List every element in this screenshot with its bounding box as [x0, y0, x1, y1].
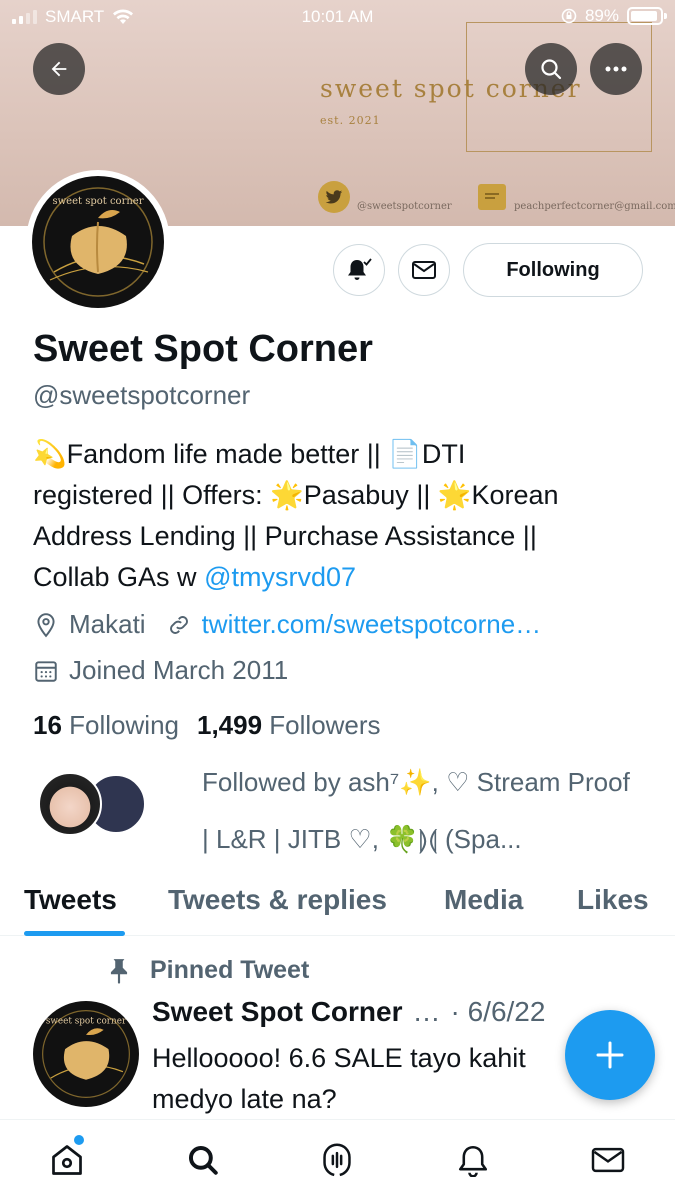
banner-email: peachperfectcorner@gmail.com	[514, 201, 675, 212]
back-button[interactable]	[33, 43, 85, 95]
tab-likes[interactable]: Likes	[577, 884, 649, 916]
pin-icon	[110, 958, 128, 984]
message-button[interactable]	[398, 244, 450, 296]
home-icon	[52, 1145, 82, 1175]
banner-twitter-handle: @sweetspotcorner	[357, 201, 452, 212]
twitter-bird-icon	[318, 181, 350, 213]
bell-check-icon	[348, 258, 372, 280]
svg-text:sweet spot corner: sweet spot corner	[46, 1016, 127, 1026]
plus-icon	[596, 1041, 624, 1069]
pinned-text: Pinned Tweet	[150, 956, 310, 984]
follower-avatar	[38, 772, 102, 836]
peach-logo-image: sweet spot corner	[32, 176, 164, 308]
following-button[interactable]: Following	[463, 243, 643, 297]
tweet-date: · 6/6/22	[450, 996, 546, 1027]
profile-meta-location: Makati twitter.com/sweetspotcorne…	[33, 609, 541, 640]
profile-tabs: Tweets Tweets & replies Media Likes	[0, 876, 675, 936]
tweet-author-name[interactable]: Sweet Spot Corner	[152, 996, 402, 1028]
profile-handle: @sweetspotcorner	[33, 380, 251, 410]
tab-tweets[interactable]: Tweets	[24, 884, 117, 916]
bio-text: Collab GAs w	[33, 562, 205, 592]
pinned-tweet-label: Pinned Tweet	[106, 956, 309, 985]
tab-tweets-replies[interactable]: Tweets & replies	[168, 884, 387, 916]
location-pin-icon	[37, 612, 55, 637]
tab-media[interactable]: Media	[444, 884, 523, 916]
calendar-icon	[35, 660, 57, 682]
profile-bio: 💫Fandom life made better || 📄DTI registe…	[33, 434, 653, 598]
chat-bubble-icon	[478, 184, 506, 210]
status-bar: SMART 10:01 AM 89%	[0, 0, 675, 36]
orientation-lock-icon	[561, 8, 577, 24]
microphone-spaces-icon	[323, 1143, 351, 1177]
followers-count-link[interactable]: 1,499 Followers	[197, 710, 381, 741]
location-text: Makati	[69, 609, 146, 639]
home-notification-dot	[74, 1135, 84, 1145]
following-label: Following	[69, 710, 179, 740]
following-count: 16	[33, 710, 62, 740]
notifications-button[interactable]	[333, 244, 385, 296]
bio-line: 💫Fandom life made better || 📄DTI	[33, 439, 466, 469]
bell-icon	[458, 1145, 488, 1177]
envelope-icon	[412, 261, 436, 279]
followed-by-avatars[interactable]	[38, 772, 148, 838]
compose-tweet-button[interactable]	[565, 1010, 655, 1100]
nav-search[interactable]	[183, 1140, 223, 1180]
arrow-left-icon	[51, 61, 67, 77]
tweet-author-avatar[interactable]: sweet spot corner	[33, 1001, 139, 1107]
search-icon	[188, 1145, 218, 1175]
banner-est-text: est. 2021	[320, 114, 381, 127]
envelope-icon	[591, 1147, 625, 1173]
website-link[interactable]: twitter.com/sweetspotcorne…	[202, 609, 542, 640]
nav-spaces[interactable]	[317, 1140, 357, 1180]
following-count-link[interactable]: 16 Following	[33, 710, 179, 741]
bio-line: Collab GAs w @tmysrvd07	[33, 557, 653, 598]
profile-meta-joined: Joined March 2011	[33, 655, 288, 686]
bio-line: registered || Offers: 🌟Pasabuy || 🌟Korea…	[33, 480, 559, 510]
svg-text:sweet spot corner: sweet spot corner	[52, 196, 143, 207]
more-options-button[interactable]	[590, 43, 642, 95]
battery-percent: 89%	[584, 6, 619, 25]
tweet-ellipsis: …	[412, 996, 441, 1027]
link-icon	[169, 615, 188, 634]
bottom-navigation	[0, 1119, 675, 1200]
followed-by-text[interactable]: Followed by ash⁷✨, ♡ Stream Proof | L&R …	[202, 754, 642, 868]
search-button[interactable]	[525, 43, 577, 95]
battery-icon	[627, 7, 667, 25]
search-icon	[541, 59, 562, 80]
more-horizontal-icon	[605, 66, 627, 72]
status-right: 89%	[561, 6, 667, 26]
bio-mention-link[interactable]: @tmysrvd07	[204, 562, 356, 592]
followers-label: Followers	[269, 710, 381, 740]
profile-avatar[interactable]: sweet spot corner	[26, 170, 170, 314]
follow-counts: 16 Following 1,499 Followers	[33, 710, 381, 741]
profile-name: Sweet Spot Corner	[33, 328, 373, 370]
followers-count: 1,499	[196, 710, 263, 740]
nav-home[interactable]	[47, 1140, 87, 1180]
nav-messages[interactable]	[588, 1140, 628, 1180]
active-tab-indicator	[24, 931, 125, 936]
nav-notifications[interactable]	[453, 1140, 493, 1180]
joined-text: Joined March 2011	[69, 655, 289, 685]
bio-line: Address Lending || Purchase Assistance |…	[33, 521, 537, 551]
tweet-text[interactable]: Hellooooo! 6.6 SALE tayo kahit medyo lat…	[152, 1038, 592, 1120]
